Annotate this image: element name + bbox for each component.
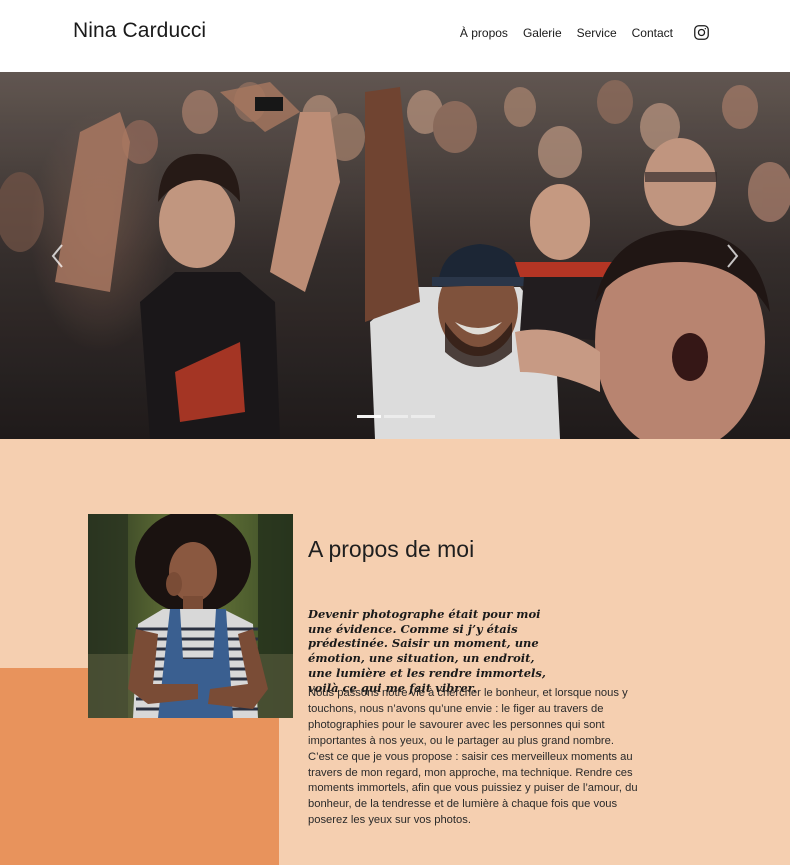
- nav-link-galerie[interactable]: Galerie: [523, 26, 562, 40]
- chevron-right-icon: [727, 244, 739, 268]
- crowd-photo: [0, 72, 790, 439]
- nav-link-a-propos[interactable]: À propos: [460, 26, 508, 40]
- carousel-indicator-1[interactable]: [357, 415, 381, 418]
- main-nav: À propos Galerie Service Contact: [460, 24, 710, 41]
- portrait-photo: [88, 514, 293, 718]
- nav-link-service[interactable]: Service: [577, 26, 617, 40]
- carousel-indicator-2[interactable]: [384, 415, 408, 418]
- carousel-indicator-3[interactable]: [411, 415, 435, 418]
- instagram-icon[interactable]: [693, 24, 710, 41]
- carousel-next-button[interactable]: [722, 242, 742, 270]
- hero-carousel: [0, 72, 790, 439]
- brand-name[interactable]: Nina Carducci: [73, 19, 206, 43]
- about-bio: Nous passons notre vie à chercher le bon…: [308, 687, 638, 827]
- about-tagline: Devenir photographe était pour moi une é…: [308, 607, 546, 695]
- carousel-prev-button[interactable]: [48, 242, 68, 270]
- carousel-indicators: [357, 415, 435, 418]
- site-header: Nina Carducci À propos Galerie Service C…: [0, 0, 790, 72]
- chevron-left-icon: [51, 244, 63, 268]
- about-title: A propos de moi: [308, 536, 475, 562]
- about-section: A propos de moi Devenir photographe étai…: [0, 439, 790, 865]
- nav-link-contact[interactable]: Contact: [632, 26, 673, 40]
